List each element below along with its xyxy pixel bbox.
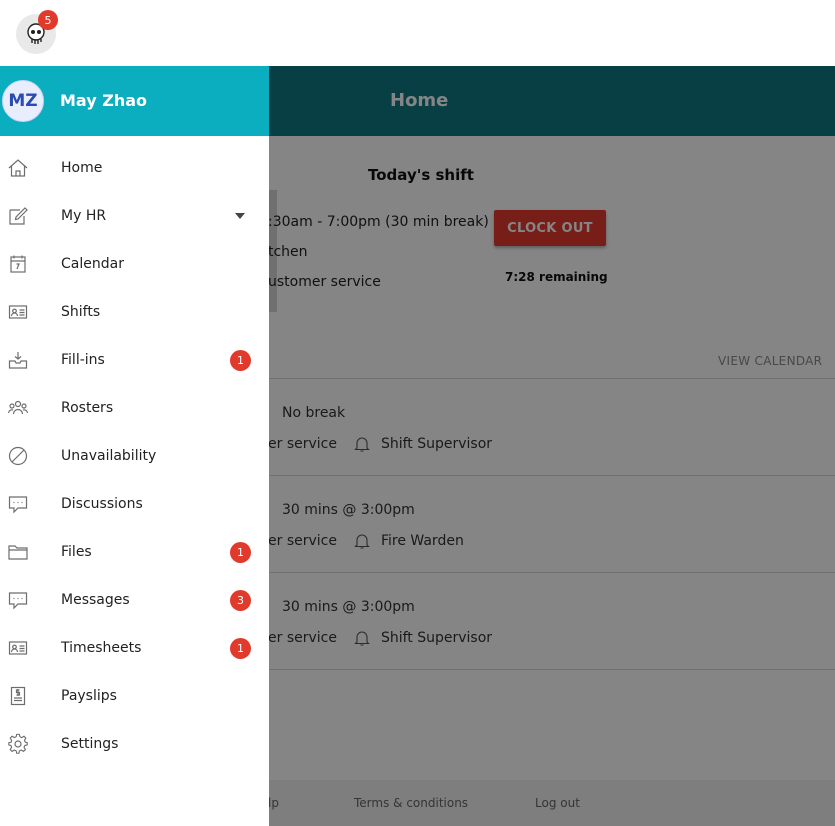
count-badge: 1 [230,349,251,371]
payslip-icon [6,684,30,708]
sidebar-item-label: Discussions [61,496,143,512]
sidebar-item-payslips[interactable]: Payslips [0,672,269,720]
sidebar-item-files[interactable]: Files 1 [0,528,269,576]
sidebar-item-label: Files [61,544,92,560]
sidebar-item-unavailability[interactable]: Unavailability [0,432,269,480]
nav-drawer: MZ May Zhao Home My HR Calendar Shifts F… [0,66,269,826]
sidebar-item-label: Fill-ins [61,352,105,368]
sidebar-item-label: Shifts [61,304,101,320]
inbox-icon [6,348,30,372]
sidebar-item-label: Unavailability [61,448,157,464]
id-card-icon [6,300,30,324]
sidebar-item-home[interactable]: Home [0,144,269,192]
sidebar-item-shifts[interactable]: Shifts [0,288,269,336]
count-badge: 1 [230,541,251,563]
notification-badge: 5 [38,10,58,30]
sidebar-item-label: Settings [61,736,119,752]
top-bar: 5 [0,0,835,66]
drawer-header: MZ May Zhao [0,66,269,136]
calendar-icon [6,252,30,276]
sidebar-item-label: My HR [61,208,107,224]
chevron-down-icon[interactable] [235,213,245,219]
gear-icon [6,732,30,756]
sidebar-item-label: Messages [61,592,130,608]
sidebar-item-rosters[interactable]: Rosters [0,384,269,432]
sidebar-item-label: Payslips [61,688,117,704]
home-icon [6,156,30,180]
sidebar-item-timesheets[interactable]: Timesheets 1 [0,624,269,672]
sidebar-item-label: Rosters [61,400,114,416]
people-icon [6,396,30,420]
count-badge: 1 [230,637,251,659]
count-badge: 3 [230,589,251,611]
edit-icon [6,204,30,228]
avatar[interactable]: MZ [2,80,44,122]
chat-icon [6,492,30,516]
sidebar-item-fill-ins[interactable]: Fill-ins 1 [0,336,269,384]
sidebar-item-label: Timesheets [61,640,142,656]
sidebar-item-label: Home [61,160,103,176]
sidebar-item-my-hr[interactable]: My HR [0,192,269,240]
user-name: May Zhao [60,91,148,110]
block-icon [6,444,30,468]
sidebar-item-calendar[interactable]: Calendar [0,240,269,288]
timesheet-icon [6,636,30,660]
sidebar-item-settings[interactable]: Settings [0,720,269,768]
sidebar-item-discussions[interactable]: Discussions [0,480,269,528]
sidebar-item-messages[interactable]: Messages 3 [0,576,269,624]
message-icon [6,588,30,612]
sidebar-item-label: Calendar [61,256,124,272]
folder-icon [6,540,30,564]
